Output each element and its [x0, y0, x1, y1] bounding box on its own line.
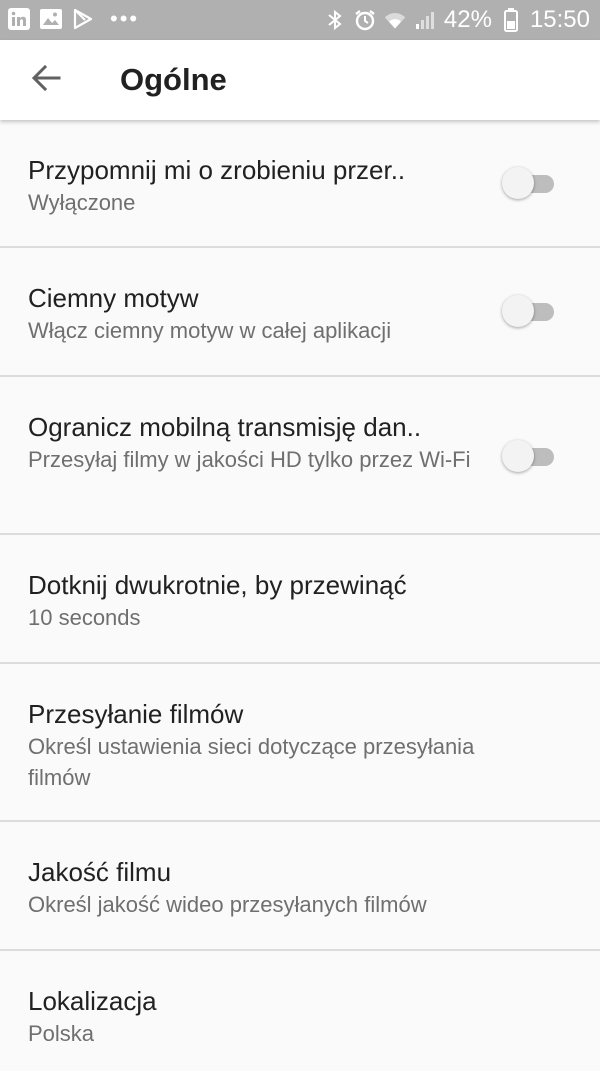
alarm-icon: [354, 9, 376, 31]
page-title: Ogólne: [120, 62, 227, 97]
setting-title: Lokalizacja: [28, 986, 157, 1016]
switch-thumb: [502, 167, 534, 199]
break-reminder-switch[interactable]: [502, 166, 554, 200]
wifi-icon: [384, 9, 406, 31]
setting-location[interactable]: Lokalizacja Polska: [0, 951, 600, 1071]
setting-title: Przesyłanie filmów: [28, 699, 244, 729]
setting-title: Jakość filmu: [28, 857, 172, 887]
limit-mobile-data-switch[interactable]: [502, 439, 554, 473]
back-button[interactable]: [22, 60, 70, 100]
notification-icons: •••: [8, 8, 139, 30]
setting-break-reminder[interactable]: Przypomnij mi o zrobieniu przer.. Wyłącz…: [0, 122, 600, 248]
setting-subtitle: Określ ustawienia sieci dotyczące przesy…: [28, 734, 475, 790]
switch-thumb: [502, 440, 534, 472]
linkedin-icon: [8, 8, 30, 30]
setting-title: Dotknij dwukrotnie, by przewinąć: [28, 570, 407, 600]
setting-uploads[interactable]: Przesyłanie filmów Określ ustawienia sie…: [0, 664, 600, 822]
settings-list: Przypomnij mi o zrobieniu przer.. Wyłącz…: [0, 122, 600, 1071]
battery-icon: [500, 8, 522, 32]
setting-subtitle: Określ jakość wideo przesyłanych filmów: [28, 892, 427, 917]
bluetooth-icon: [324, 9, 346, 31]
switch-thumb: [502, 295, 534, 327]
status-bar: ••• 42% 15:50: [0, 0, 600, 40]
battery-percent: 42%: [443, 6, 492, 33]
setting-title: Ciemny motyw: [28, 283, 199, 313]
system-icons: 42% 15:50: [324, 7, 590, 33]
app-bar: Ogólne: [0, 40, 600, 120]
gallery-icon: [40, 8, 62, 30]
setting-dark-theme[interactable]: Ciemny motyw Włącz ciemny motyw w całej …: [0, 248, 600, 377]
setting-limit-mobile-data[interactable]: Ogranicz mobilną transmisję dan.. Przesy…: [0, 377, 600, 535]
arrow-back-icon: [31, 64, 61, 96]
clock: 15:50: [529, 6, 590, 33]
setting-double-tap-seek[interactable]: Dotknij dwukrotnie, by przewinąć 10 seco…: [0, 535, 600, 664]
setting-subtitle: Wyłączone: [28, 190, 136, 215]
dark-theme-switch[interactable]: [502, 294, 554, 328]
more-notifications-icon: •••: [110, 6, 140, 31]
setting-title: Przypomnij mi o zrobieniu przer..: [28, 155, 406, 185]
setting-subtitle: Polska: [28, 1021, 95, 1046]
setting-subtitle: 10 seconds: [28, 605, 141, 630]
signal-icon: [414, 9, 436, 31]
play-store-icon: [72, 8, 94, 30]
setting-video-quality[interactable]: Jakość filmu Określ jakość wideo przesył…: [0, 822, 600, 951]
setting-subtitle: Przesyłaj filmy w jakości HD tylko przez…: [28, 447, 471, 472]
setting-subtitle: Włącz ciemny motyw w całej aplikacji: [28, 318, 392, 343]
setting-title: Ogranicz mobilną transmisję dan..: [28, 412, 422, 442]
